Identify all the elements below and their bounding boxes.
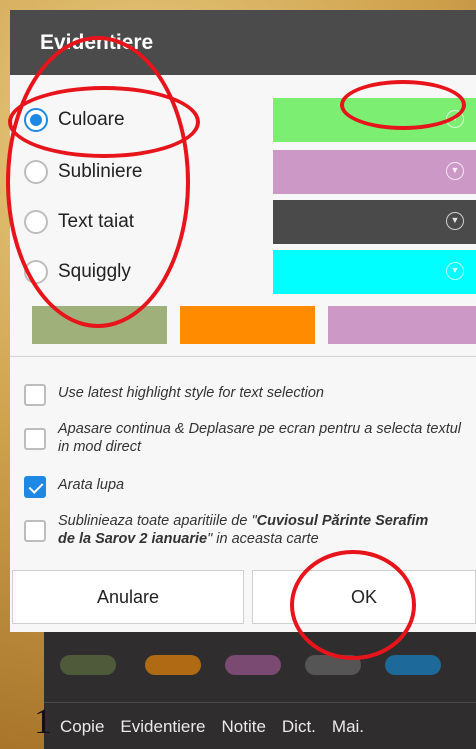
bg-swatch-1[interactable]	[60, 655, 116, 675]
radio-color[interactable]	[24, 108, 48, 132]
checkbox-magnifier[interactable]	[24, 476, 46, 498]
radio-squiggly-label: Squiggly	[58, 261, 131, 282]
color-select-strikethrough[interactable]: ▼	[273, 200, 476, 244]
radio-underline[interactable]	[24, 160, 48, 184]
chevron-down-circle-icon: ▼	[446, 110, 464, 128]
menu-dictionary[interactable]: Dict.	[274, 717, 324, 737]
background-swatch-row	[60, 655, 460, 679]
radio-squiggly[interactable]	[24, 260, 48, 284]
radio-strikethrough-label: Text taiat	[58, 211, 135, 232]
option-underline-all-text: Sublinieaza toate aparitiile de "Cuviosu…	[58, 513, 429, 547]
option-latest-style[interactable]: Use latest highlight style for text sele…	[24, 384, 464, 406]
radio-strikethrough-row[interactable]: Text taiat	[24, 208, 134, 236]
checkbox-latest-style[interactable]	[24, 384, 46, 406]
bg-swatch-2[interactable]	[145, 655, 201, 675]
chevron-down-circle-icon: ▼	[446, 262, 464, 280]
option-magnifier[interactable]: Arata lupa	[24, 476, 464, 498]
ok-button[interactable]: OK	[252, 570, 476, 624]
option-magnifier-text: Arata lupa	[58, 477, 125, 493]
toolbar-divider	[44, 702, 476, 703]
preset-swatch-3[interactable]	[328, 306, 476, 344]
bg-swatch-5[interactable]	[385, 655, 441, 675]
bg-swatch-3[interactable]	[225, 655, 281, 675]
option-latest-style-text: Use latest highlight style for text sele…	[58, 385, 324, 401]
option-long-press-text: Apasare continua & Deplasare pe ecran pe…	[58, 421, 462, 455]
bg-swatch-4[interactable]	[305, 655, 361, 675]
bottom-menu: Copie Evidentiere Notite Dict. Mai.	[44, 704, 476, 749]
menu-highlight[interactable]: Evidentiere	[112, 717, 213, 737]
radio-strikethrough[interactable]	[24, 210, 48, 234]
preset-swatch-1[interactable]	[32, 306, 167, 344]
radio-color-label: Culoare	[58, 109, 125, 130]
color-select-underline[interactable]: ▼	[273, 150, 476, 194]
section-divider	[10, 356, 476, 357]
radio-underline-row[interactable]: Subliniere	[24, 158, 143, 186]
menu-more[interactable]: Mai.	[324, 717, 372, 737]
dialog-title: Evidentiere	[10, 10, 476, 75]
chevron-down-circle-icon: ▼	[446, 212, 464, 230]
checkbox-long-press[interactable]	[24, 428, 46, 450]
preset-swatch-2[interactable]	[180, 306, 315, 344]
chevron-down-circle-icon: ▼	[446, 162, 464, 180]
radio-color-row[interactable]: Culoare	[24, 106, 125, 134]
color-select-color[interactable]: ▼	[273, 98, 476, 142]
highlight-dialog: Evidentiere Culoare Subliniere Text taia…	[10, 10, 476, 632]
menu-notes[interactable]: Notite	[213, 717, 273, 737]
radio-squiggly-row[interactable]: Squiggly	[24, 258, 131, 286]
cancel-button[interactable]: Anulare	[12, 570, 244, 624]
option-long-press[interactable]: Apasare continua & Deplasare pe ecran pe…	[24, 420, 474, 456]
menu-copy[interactable]: Copie	[44, 717, 112, 737]
option-underline-all[interactable]: Sublinieaza toate aparitiile de "Cuviosu…	[24, 512, 434, 548]
color-select-squiggly[interactable]: ▼	[273, 250, 476, 294]
radio-underline-label: Subliniere	[58, 161, 143, 182]
checkbox-underline-all[interactable]	[24, 520, 46, 542]
